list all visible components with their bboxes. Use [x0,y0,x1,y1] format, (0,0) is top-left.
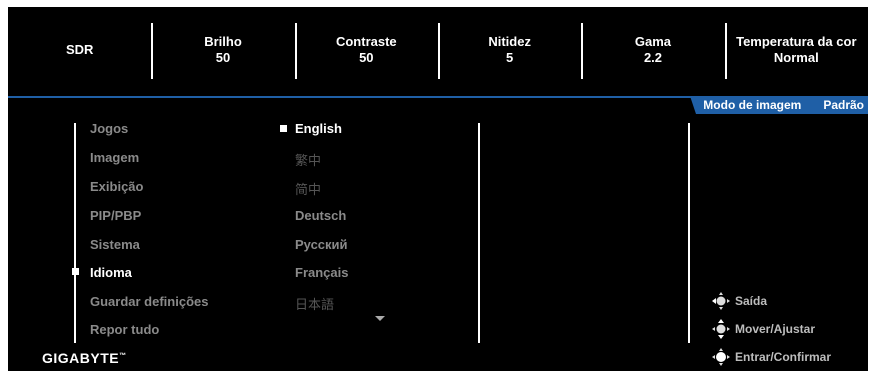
scroll-down-icon[interactable] [375,316,385,321]
column-separator-3 [478,123,480,343]
header-cell-contrast: Contraste 50 [294,7,438,93]
menu-selection-marker [72,268,79,275]
hint-exit: Saída [711,291,767,311]
menu-column-bar [74,123,76,343]
hint-move-adjust-label: Mover/Ajustar [735,322,816,336]
language-option-traditional-chinese[interactable]: 繁中 [295,150,321,169]
header-mode-label: SDR [65,42,94,57]
logo-trademark: ™ [119,352,127,360]
header-gamma-value: 2.2 [643,50,663,65]
hint-move-adjust: Mover/Ajustar [711,319,815,339]
language-option-russian[interactable]: Русский [295,237,348,252]
picture-mode-value: Padrão [823,98,864,112]
menu-item-guardar-definicoes[interactable]: Guardar definições [90,294,208,309]
joystick-up-down-icon [712,319,730,339]
language-option-english[interactable]: English [295,121,342,136]
header-color-temperature-label: Temperatura da cor [736,34,857,49]
hint-enter-confirm-label: Entrar/Confirmar [735,350,832,364]
picture-mode-tab: Modo de imagem Padrão [690,96,868,114]
menu-item-pip-pbp[interactable]: PIP/PBP [90,208,141,223]
status-header: SDR Brilho 50 Contraste 50 Nitidez 5 Gam… [8,7,868,93]
header-gamma-label: Gama [634,34,672,49]
menu-item-exibicao[interactable]: Exibição [90,179,143,194]
hint-enter-confirm: Entrar/Confirmar [711,347,831,367]
header-contrast-label: Contraste [335,34,397,49]
joystick-press-icon [712,348,730,366]
menu-item-repor-tudo[interactable]: Repor tudo [90,322,159,337]
hint-exit-label: Saída [735,294,768,308]
header-cell-mode: SDR [8,7,151,93]
header-cell-gamma: Gama 2.2 [581,7,724,93]
menu-item-sistema[interactable]: Sistema [90,237,140,252]
logo-text: GIGABYTE [42,350,120,366]
header-contrast-value: 50 [359,50,374,65]
language-option-francais[interactable]: Français [295,265,348,280]
menu-item-idioma[interactable]: Idioma [90,265,132,280]
menu-item-jogos[interactable]: Jogos [90,121,128,136]
language-option-simplified-chinese[interactable]: 简中 [295,179,321,198]
header-cell-brightness: Brilho 50 [151,7,294,93]
gigabyte-logo: GIGABYTE™ [42,350,127,366]
picture-mode-label: Modo de imagem [703,98,802,112]
header-color-temperature-value: Normal [773,50,819,65]
osd-screen: SDR Brilho 50 Contraste 50 Nitidez 5 Gam… [8,7,868,371]
language-option-deutsch[interactable]: Deutsch [295,208,346,223]
header-cell-sharpness: Nitidez 5 [437,7,581,93]
column-separator-4 [688,123,690,343]
language-selection-marker [280,125,287,132]
menu-item-imagem[interactable]: Imagem [90,150,139,165]
header-brightness-value: 50 [215,50,231,65]
header-cell-color-temperature: Temperatura da cor Normal [724,7,868,93]
header-sharpness-value: 5 [506,50,514,65]
header-brightness-label: Brilho [204,34,242,49]
header-sharpness-label: Nitidez [488,34,531,49]
language-option-japanese[interactable]: 日本語 [295,294,334,313]
joystick-left-icon [712,292,730,310]
